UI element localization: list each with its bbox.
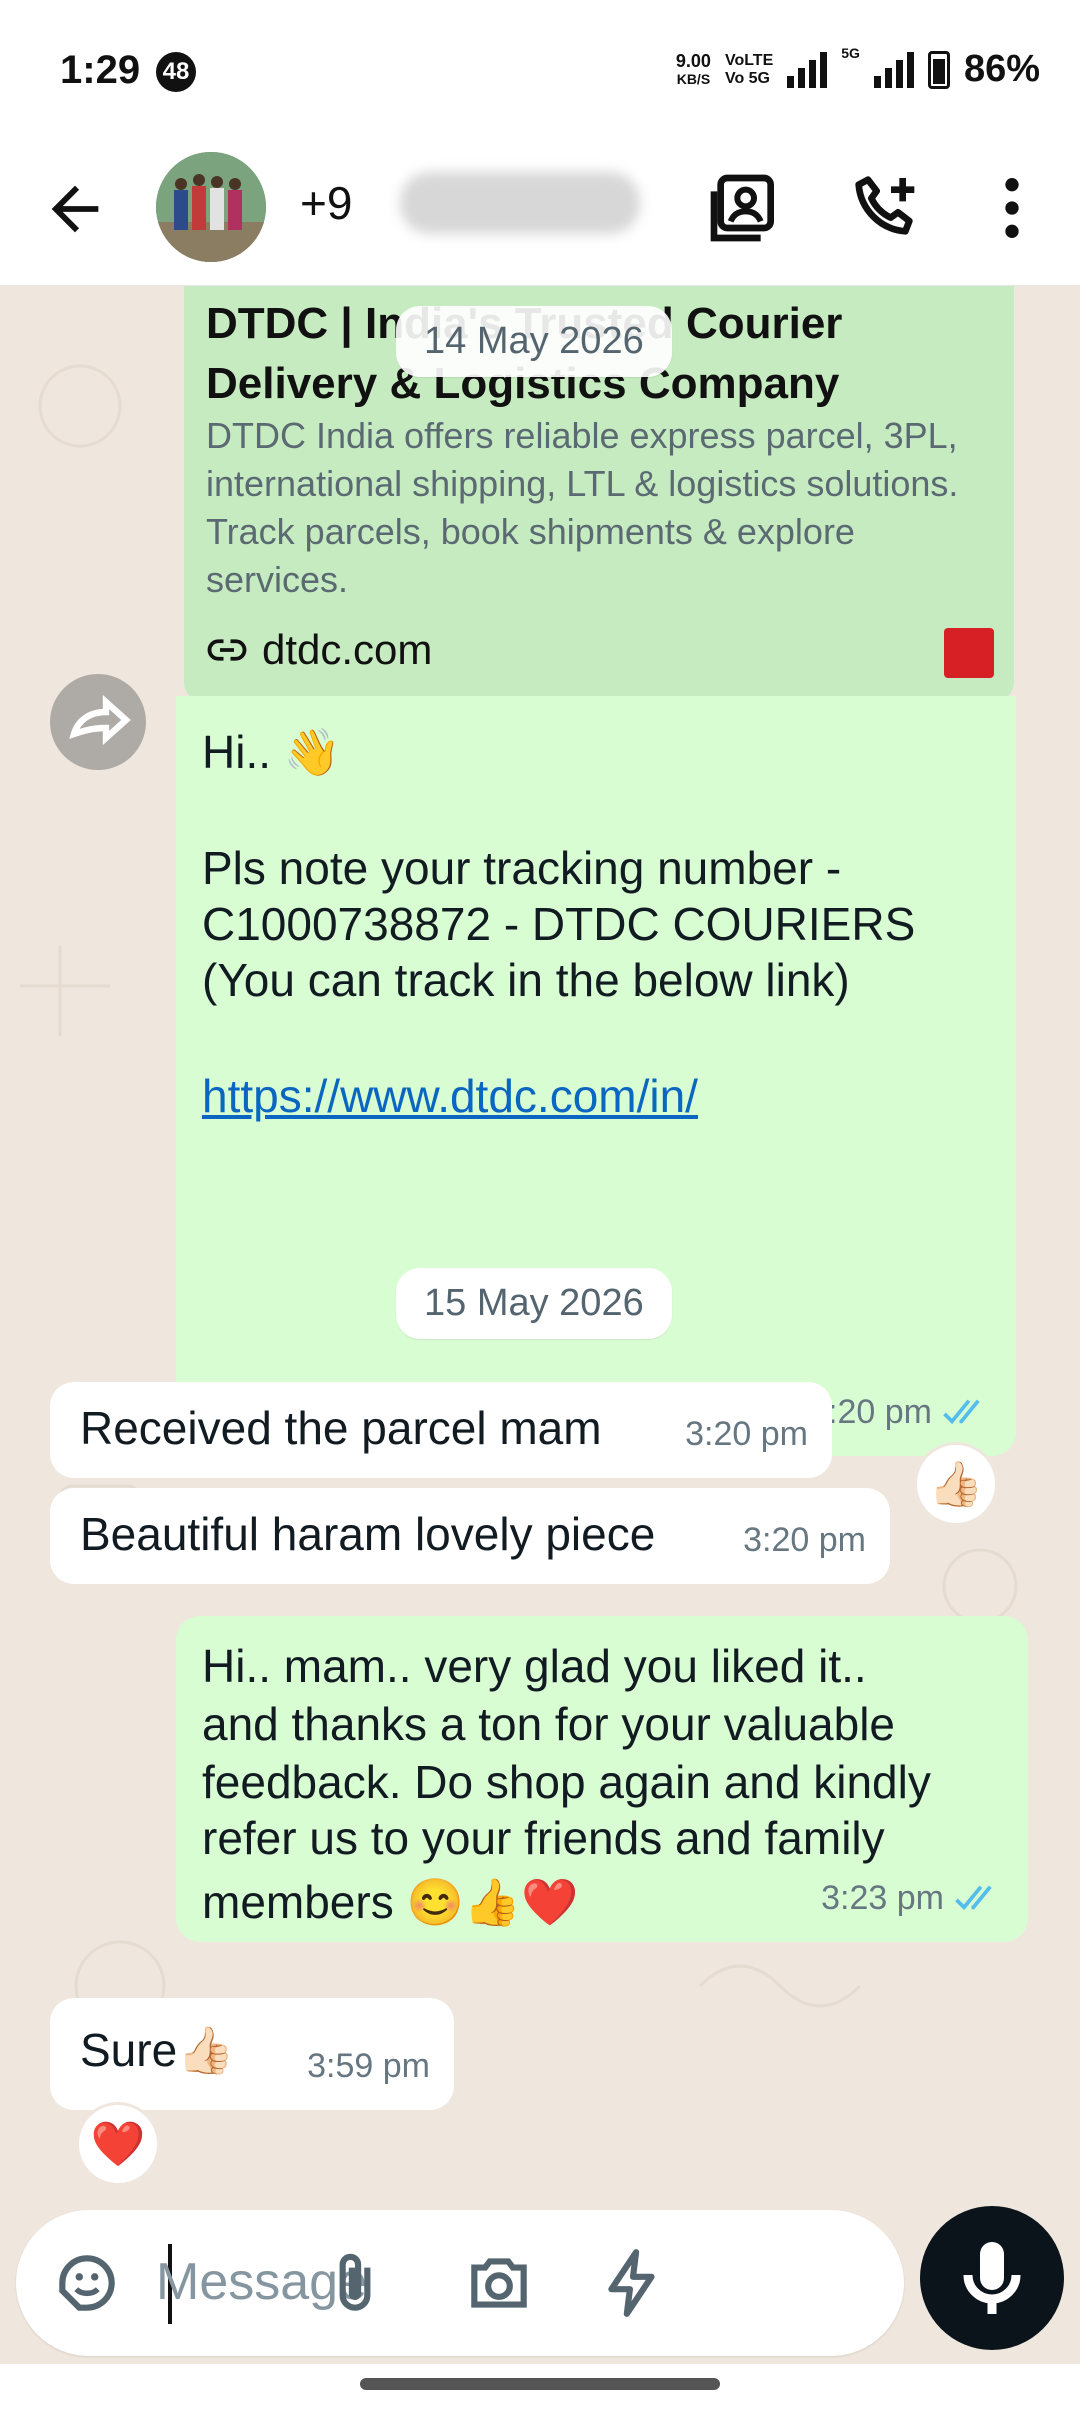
incoming-message[interactable]: Sure👍🏻 3:59 pm — [50, 1998, 454, 2110]
message-meta: 3:59 pm — [307, 2038, 430, 2094]
chat-header: +9 — [0, 140, 1080, 286]
sticker-icon[interactable] — [50, 2246, 124, 2320]
outgoing-message[interactable]: Hi.. 👋 Pls note your tracking number - C… — [176, 696, 1016, 1456]
message-line: and thanks a ton for your valuable — [202, 1698, 896, 1750]
date-chip: 15 May 2026 — [396, 1268, 672, 1339]
message-line: Hi.. 👋 — [202, 726, 342, 778]
outgoing-message[interactable]: Hi.. mam.. very glad you liked it.. and … — [176, 1616, 1028, 1942]
incoming-message[interactable]: Beautiful haram lovely piece 3:20 pm — [50, 1488, 890, 1584]
message-line: refer us to your friends and family — [202, 1812, 885, 1864]
quick-reply-icon[interactable] — [596, 2246, 670, 2320]
redacted-number — [400, 172, 640, 234]
volte-indicator: VoLTE Vo 5G — [724, 51, 774, 87]
video-call-icon[interactable] — [704, 168, 784, 248]
link-preview-description: DTDC India offers reliable express parce… — [206, 415, 959, 600]
message-text: Beautiful haram lovely piece — [80, 1508, 656, 1560]
forward-icon — [69, 694, 131, 746]
add-call-icon[interactable] — [846, 168, 926, 248]
message-time: 3:20 pm — [743, 1521, 866, 1559]
status-time: 1:29 — [60, 48, 141, 92]
notification-count-badge: 48 — [156, 52, 196, 92]
forward-button[interactable] — [50, 674, 146, 770]
message-reaction[interactable]: 👍🏻 — [914, 1442, 998, 1526]
message-time: 3:59 pm — [307, 2047, 430, 2085]
net-speed: 9.00 KB/S — [675, 50, 711, 87]
avatar-photo — [156, 152, 266, 262]
message-line: members 😊👍❤️ — [202, 1876, 579, 1928]
status-indicators: 9.00 KB/S VoLTE Vo 5G 5G 86% — [675, 45, 1040, 91]
mic-icon — [963, 2242, 1021, 2314]
message-time: 3:20 pm — [685, 1415, 808, 1453]
battery-percent: 86% — [963, 48, 1040, 90]
contact-name[interactable]: +9 — [300, 176, 352, 230]
incoming-message[interactable]: Received the parcel mam 3:20 pm — [50, 1382, 832, 1478]
message-line: Hi.. mam.. very glad you liked it.. — [202, 1640, 867, 1692]
message-meta: 3:20 pm — [743, 1512, 866, 1568]
mic-button[interactable] — [920, 2206, 1064, 2350]
message-line: Pls note your tracking number - — [202, 842, 842, 894]
network-type: 5G — [841, 45, 860, 61]
attach-icon[interactable] — [318, 2246, 392, 2320]
message-text: Sure👍🏻 — [80, 2024, 235, 2076]
link-preview-domain: dtdc.com — [262, 626, 433, 673]
signal-icon — [787, 51, 828, 88]
back-arrow-icon[interactable] — [40, 174, 110, 244]
message-reaction[interactable]: ❤️ — [76, 2102, 160, 2186]
camera-icon[interactable] — [462, 2246, 536, 2320]
link-preview-domain-row: dtdc.com — [206, 626, 432, 674]
signal-5g-icon — [873, 51, 914, 88]
dtdc-logo-icon — [944, 628, 994, 678]
message-meta: 3:20 pm — [685, 1406, 808, 1462]
message-text: Received the parcel mam — [80, 1402, 602, 1454]
status-bar: 1:29 48 9.00 KB/S VoLTE Vo 5G 5G 86% — [0, 0, 1080, 140]
message-line: C1000738872 - DTDC COURIERS — [202, 898, 916, 950]
battery-icon — [927, 50, 950, 89]
message-line: (You can track in the below link) — [202, 954, 850, 1006]
date-chip: 14 May 2026 — [396, 306, 672, 377]
more-options-icon[interactable] — [972, 168, 1052, 248]
home-gesture-bar[interactable] — [360, 2378, 720, 2390]
tracking-link[interactable]: https://www.dtdc.com/in/ — [202, 1068, 698, 1124]
link-icon — [207, 639, 247, 661]
read-ticks-icon — [943, 1399, 980, 1425]
chat-area[interactable]: DTDC | India's Trusted Courier Delivery … — [0, 286, 1080, 2206]
message-line: feedback. Do shop again and kindly — [202, 1756, 931, 1808]
message-meta: 3:23 pm — [821, 1870, 1004, 1926]
message-time: 3:23 pm — [821, 1879, 944, 1917]
system-nav-bar — [0, 2364, 1080, 2412]
contact-avatar[interactable] — [156, 152, 266, 262]
read-ticks-icon — [955, 1885, 992, 1911]
message-composer[interactable]: Message — [16, 2210, 904, 2356]
